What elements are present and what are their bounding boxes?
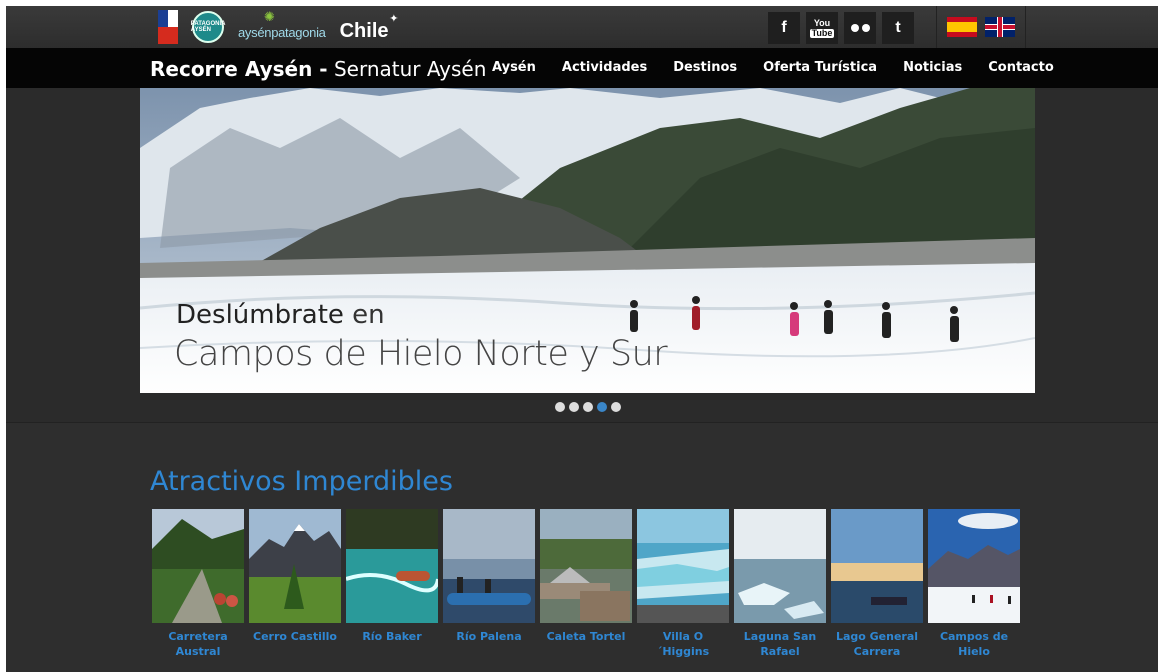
patagonia-aysen-badge-logo[interactable]: PATAGONIA AYSÉN: [190, 11, 226, 43]
slider-dot-2[interactable]: [569, 402, 579, 412]
attraction-image-laguna-san-rafael[interactable]: [734, 509, 826, 623]
main-navbar: Recorre Aysén - Sernatur Aysén Aysén Act…: [6, 48, 1158, 88]
aysen-patagonia-logo[interactable]: aysénpatagonia: [238, 9, 326, 40]
attractions-gallery: Carretera Austral Cerro Castillo Río Bak…: [152, 509, 1020, 659]
youtube-top-text: You: [813, 17, 831, 28]
youtube-icon[interactable]: You Tube: [806, 12, 838, 44]
hero-caption-line2: Campos de Hielo Norte y Sur: [174, 334, 668, 374]
facebook-icon[interactable]: f: [768, 12, 800, 44]
attraction-image-caleta-tortel[interactable]: [540, 509, 632, 623]
attraction-label[interactable]: Río Palena: [443, 629, 535, 644]
twitter-glyph: t: [895, 19, 901, 36]
attraction-label[interactable]: Campos de Hielo: [928, 629, 1020, 659]
attraction-card[interactable]: Río Baker: [346, 509, 438, 659]
attraction-card[interactable]: Río Palena: [443, 509, 535, 659]
partner-logos: PATAGONIA AYSÉN aysénpatagonia Chile: [158, 9, 399, 44]
attraction-label[interactable]: Lago General Carrera: [831, 629, 923, 659]
attraction-card[interactable]: Laguna San Rafael: [734, 509, 826, 659]
attraction-card[interactable]: Villa O´Higgins: [637, 509, 729, 659]
site-brand[interactable]: Recorre Aysén - Sernatur Aysén: [150, 57, 486, 81]
attractions-title: Atractivos Imperdibles: [150, 466, 453, 497]
brand-light-text: Sernatur Aysén: [327, 57, 487, 81]
chile-brand-logo[interactable]: Chile: [340, 12, 399, 43]
nav-item-actividades[interactable]: Actividades: [562, 60, 647, 75]
slider-dot-1[interactable]: [555, 402, 565, 412]
attraction-label[interactable]: Villa O´Higgins: [637, 629, 729, 659]
nav-item-aysen[interactable]: Aysén: [492, 60, 536, 75]
attraction-card[interactable]: Cerro Castillo: [249, 509, 341, 659]
attraction-image-villa-ohiggins[interactable]: [637, 509, 729, 623]
nav-item-noticias[interactable]: Noticias: [903, 60, 962, 75]
twitter-icon[interactable]: t: [882, 12, 914, 44]
youtube-bottom-text: Tube: [809, 27, 835, 38]
attraction-card[interactable]: Carretera Austral: [152, 509, 244, 659]
language-selector: [936, 6, 1026, 48]
slider-dot-3[interactable]: [583, 402, 593, 412]
slider-pagination: [555, 402, 621, 412]
attraction-label[interactable]: Río Baker: [346, 629, 438, 644]
hero-slider[interactable]: Deslúmbrate en Campos de Hielo Norte y S…: [140, 88, 1035, 393]
nav-item-contacto[interactable]: Contacto: [988, 60, 1054, 75]
attraction-image-campos-de-hielo[interactable]: [928, 509, 1020, 623]
attraction-label[interactable]: Carretera Austral: [152, 629, 244, 659]
attraction-image-lago-general-carrera[interactable]: [831, 509, 923, 623]
top-bar: PATAGONIA AYSÉN aysénpatagonia Chile f Y…: [6, 6, 1158, 48]
attraction-image-cerro-castillo[interactable]: [249, 509, 341, 623]
attraction-image-rio-baker[interactable]: [346, 509, 438, 623]
browser-viewport: PATAGONIA AYSÉN aysénpatagonia Chile f Y…: [6, 6, 1158, 672]
attraction-card[interactable]: Caleta Tortel: [540, 509, 632, 659]
attraction-card[interactable]: Lago General Carrera: [831, 509, 923, 659]
english-flag-icon[interactable]: [985, 17, 1015, 37]
nav-menu: Aysén Actividades Destinos Oferta Turíst…: [492, 60, 1080, 75]
attraction-label[interactable]: Laguna San Rafael: [734, 629, 826, 659]
hero-caption-rest: en: [343, 300, 385, 330]
spanish-flag-icon[interactable]: [947, 17, 977, 37]
attraction-image-rio-palena[interactable]: [443, 509, 535, 623]
flickr-icon[interactable]: [844, 12, 876, 44]
social-links: f You Tube t: [768, 12, 914, 44]
nav-item-destinos[interactable]: Destinos: [673, 60, 737, 75]
gobierno-de-chile-logo[interactable]: [158, 10, 178, 44]
slider-dot-5[interactable]: [611, 402, 621, 412]
attraction-label[interactable]: Caleta Tortel: [540, 629, 632, 644]
facebook-glyph: f: [781, 19, 787, 36]
attraction-card[interactable]: Campos de Hielo: [928, 509, 1020, 659]
nav-item-oferta-turistica[interactable]: Oferta Turística: [763, 60, 877, 75]
slider-dot-4[interactable]: [597, 402, 607, 412]
patagonia-badge-text: PATAGONIA AYSÉN: [190, 21, 226, 33]
attraction-label[interactable]: Cerro Castillo: [249, 629, 341, 644]
brand-bold-text: Recorre Aysén -: [150, 57, 328, 81]
attraction-image-carretera-austral[interactable]: [152, 509, 244, 623]
hero-caption-highlight: Deslúmbrate: [176, 300, 344, 330]
hero-caption-line1: Deslúmbrate en: [176, 300, 385, 330]
